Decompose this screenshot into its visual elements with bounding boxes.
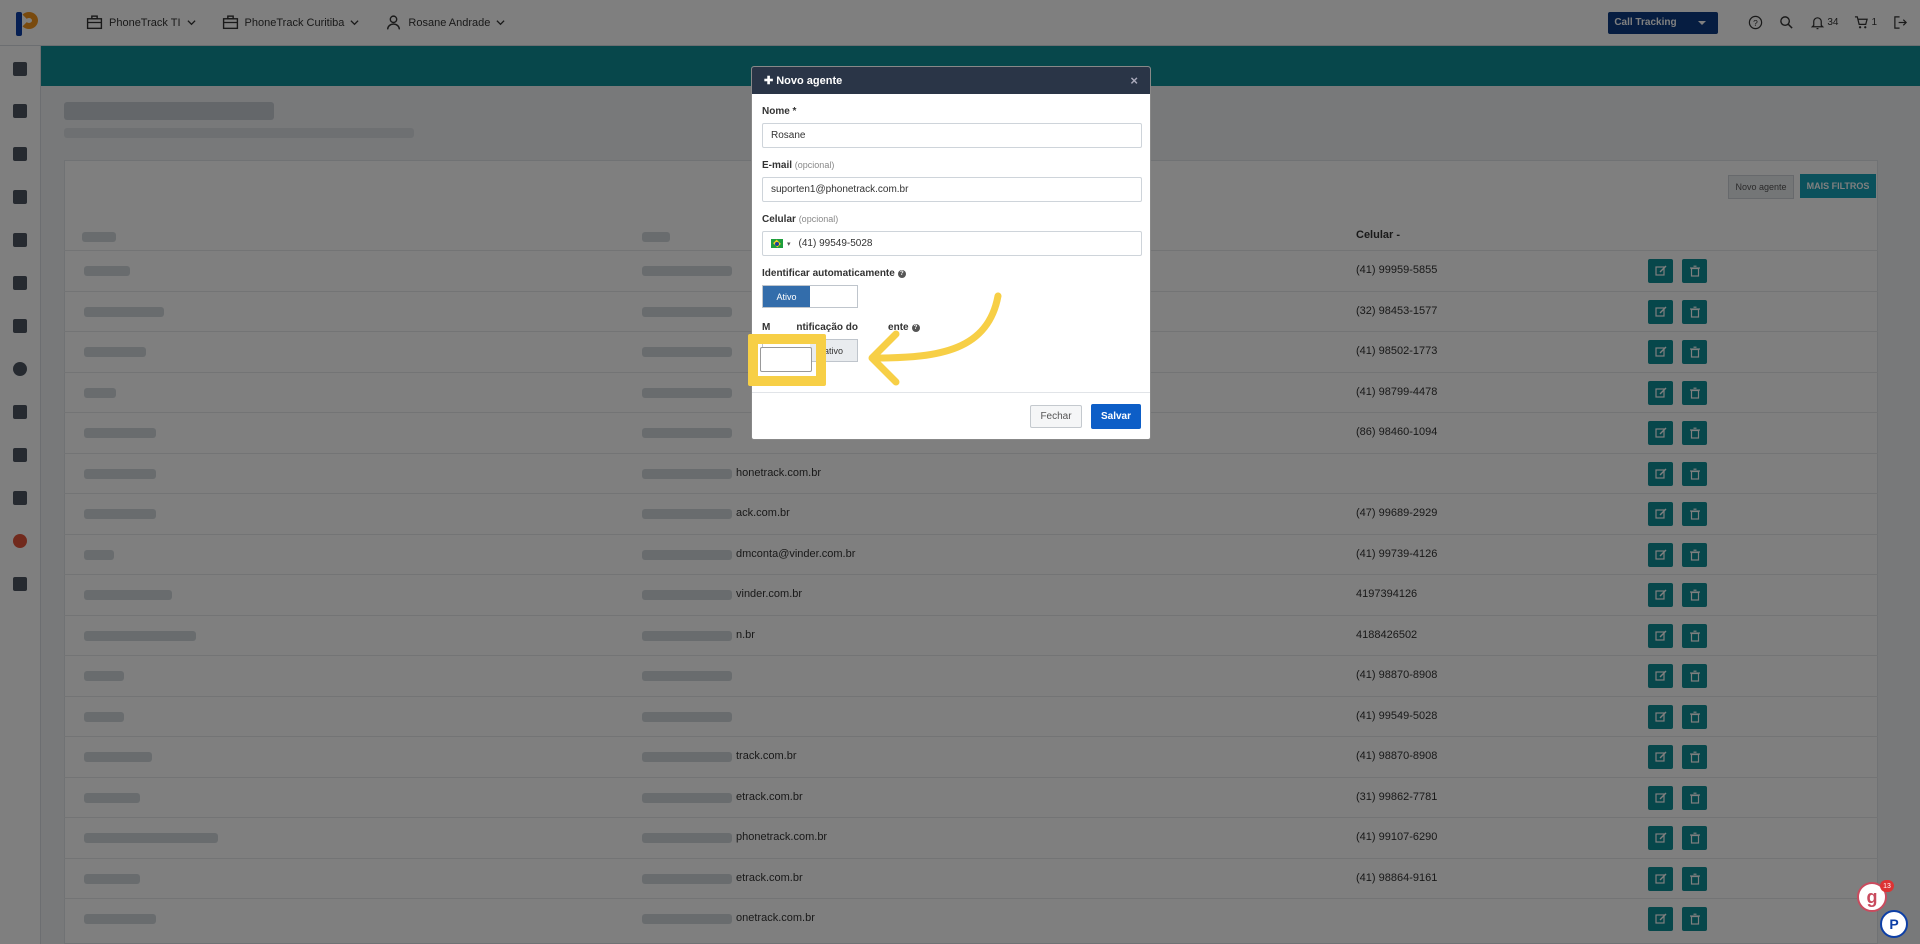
auto-identify-toggle[interactable]: Ativo xyxy=(762,285,858,308)
toggle-inactive-option[interactable] xyxy=(810,286,857,307)
modal-footer: Fechar Salvar xyxy=(752,392,1150,439)
nome-input[interactable]: Rosane xyxy=(762,123,1142,148)
celular-label: Celular (opcional) xyxy=(762,214,1140,225)
plus-icon: ✚ xyxy=(764,75,774,87)
highlighted-toggle-option[interactable] xyxy=(760,347,812,372)
auto-identify-text: Identificar automaticamente xyxy=(762,268,895,279)
guide-widget-count: 13 xyxy=(1880,880,1894,892)
email-label-text: E-mail xyxy=(762,160,793,171)
celular-value: (41) 99549-5028 xyxy=(798,238,873,249)
country-dropdown-icon[interactable]: ▾ xyxy=(787,240,791,248)
pointer-arrow-icon xyxy=(868,292,1002,386)
email-optional: (opcional) xyxy=(794,160,835,170)
email-label: E-mail (opcional) xyxy=(762,160,1140,171)
fechar-button[interactable]: Fechar xyxy=(1030,405,1082,428)
modal-title: Novo agente xyxy=(776,74,843,87)
modal-header: ✚ Novo agente × xyxy=(752,67,1150,94)
ident-label-part-a: M xyxy=(762,322,771,333)
ident-label-part-b: ntificação do xyxy=(796,322,859,333)
celular-input[interactable]: ▾ (41) 99549-5028 xyxy=(762,231,1142,256)
brazil-flag-icon[interactable] xyxy=(771,239,783,248)
help-icon[interactable]: ? xyxy=(897,270,906,278)
email-input[interactable]: suporten1@phonetrack.com.br xyxy=(762,177,1142,202)
nome-label: Nome * xyxy=(762,106,797,117)
celular-label-text: Celular xyxy=(762,214,796,225)
celular-optional: (opcional) xyxy=(798,214,839,224)
close-icon[interactable]: × xyxy=(1130,73,1138,88)
salvar-button[interactable]: Salvar xyxy=(1091,404,1141,429)
toggle-active-option[interactable]: Ativo xyxy=(763,286,810,307)
auto-identify-label: Identificar automaticamente? xyxy=(762,268,1140,279)
phonetrack-chat-button[interactable]: P xyxy=(1880,910,1908,938)
